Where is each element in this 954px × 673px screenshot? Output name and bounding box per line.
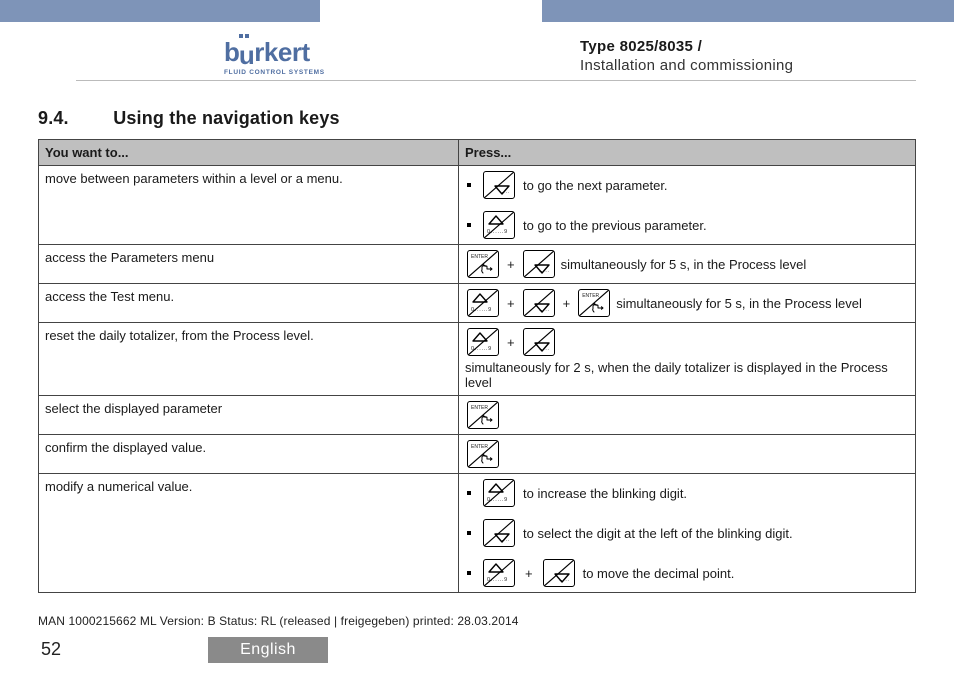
doc-section-line: Installation and commissioning [580, 57, 793, 74]
key-09-label: 0......9 [471, 307, 492, 313]
table-row: confirm the displayed value. ENTER [39, 435, 916, 474]
key-up-icon: 0......9 [467, 328, 499, 356]
table-row: select the displayed parameter ENTER [39, 396, 916, 435]
press-text: to go the next parameter. [523, 178, 668, 193]
key-enter-icon: ENTER [578, 289, 610, 317]
table-row: move between parameters within a level o… [39, 166, 916, 245]
key-enter-label: ENTER [582, 293, 599, 299]
key-down-icon: ····· [483, 171, 515, 199]
plus-joiner: + [523, 566, 535, 581]
key-down-icon: ····· [543, 559, 575, 587]
press-list-item: ····· to go the next parameter. [465, 171, 909, 199]
section-title: Using the navigation keys [113, 108, 340, 128]
bullet-icon [467, 531, 471, 535]
press-list-item: 0......9 to go to the previous parameter… [465, 211, 909, 239]
key-down-icon: ····· [523, 289, 555, 317]
header-divider [76, 80, 916, 81]
key-down-icon: ····· [523, 328, 555, 356]
language-badge: English [208, 637, 328, 663]
press-cell: ENTER + ····· simultaneously for 5 s, in… [459, 245, 916, 284]
section-heading: 9.4. Using the navigation keys [38, 108, 916, 129]
key-up-icon: 0......9 [467, 289, 499, 317]
logo-letter-b: b [224, 37, 239, 67]
bullet-icon [467, 571, 471, 575]
press-text: to move the decimal point. [583, 566, 735, 581]
key-down-icon: ····· [483, 519, 515, 547]
plus-joiner: + [505, 257, 517, 272]
press-list-item: 0......9 to increase the blinking digit. [465, 479, 909, 507]
key-09-label: 0......9 [487, 229, 508, 235]
press-cell: 0......9 + ····· + ENTER simultaneously … [459, 284, 916, 323]
want-cell: confirm the displayed value. [39, 435, 459, 474]
brand-tagline: FLUID CONTROL SYSTEMS [224, 69, 354, 76]
key-down-icon: ····· [523, 250, 555, 278]
plus-joiner: + [561, 296, 573, 311]
bullet-icon [467, 491, 471, 495]
key-enter-icon: ENTER [467, 250, 499, 278]
press-text: to go to the previous parameter. [523, 218, 707, 233]
table-row: access the Test menu. 0......9 + ····· +… [39, 284, 916, 323]
doc-type-line: Type 8025/8035 / [580, 38, 793, 55]
navigation-keys-table: You want to... Press... move between par… [38, 139, 916, 593]
press-cell: 0......9 to increase the blinking digit.… [459, 474, 916, 593]
plus-joiner: + [505, 335, 517, 350]
print-metadata: MAN 1000215662 ML Version: B Status: RL … [38, 614, 519, 628]
brand-logo: b u rkert FLUID CONTROL SYSTEMS [224, 34, 354, 76]
bullet-icon [467, 183, 471, 187]
table-row: access the Parameters menu ENTER + ·····… [39, 245, 916, 284]
col-header-press: Press... [459, 140, 916, 166]
col-header-want: You want to... [39, 140, 459, 166]
press-text: to increase the blinking digit. [523, 486, 687, 501]
key-enter-icon: ENTER [467, 401, 499, 429]
press-list-item: ····· to select the digit at the left of… [465, 519, 909, 547]
key-09-label: 0......9 [487, 577, 508, 583]
logo-rest: rkert [254, 37, 309, 67]
section-number: 9.4. [38, 108, 108, 129]
press-cell: ENTER [459, 396, 916, 435]
table-row: reset the daily totalizer, from the Proc… [39, 323, 916, 396]
press-text: to select the digit at the left of the b… [523, 526, 793, 541]
key-enter-icon: ENTER [467, 440, 499, 468]
press-cell: ENTER [459, 435, 916, 474]
key-09-label: 0......9 [487, 497, 508, 503]
key-up-icon: 0......9 [483, 479, 515, 507]
press-list-item: 0......9 + ····· to move the decimal poi… [465, 559, 909, 587]
plus-joiner: + [505, 296, 517, 311]
want-cell: reset the daily totalizer, from the Proc… [39, 323, 459, 396]
key-09-label: 0......9 [471, 346, 492, 352]
key-enter-label: ENTER [471, 444, 488, 450]
press-text: simultaneously for 5 s, in the Process l… [561, 257, 807, 272]
key-enter-label: ENTER [471, 254, 488, 260]
want-cell: access the Test menu. [39, 284, 459, 323]
press-text: simultaneously for 5 s, in the Process l… [616, 296, 862, 311]
key-enter-label: ENTER [471, 405, 488, 411]
page-number: 52 [41, 639, 61, 660]
bullet-icon [467, 223, 471, 227]
press-cell: 0......9 + ····· simultaneously for 2 s,… [459, 323, 916, 396]
want-cell: modify a numerical value. [39, 474, 459, 593]
press-cell: ····· to go the next parameter. 0......9… [459, 166, 916, 245]
want-cell: select the displayed parameter [39, 396, 459, 435]
press-text: simultaneously for 2 s, when the daily t… [465, 360, 909, 390]
table-row: modify a numerical value. 0......9 to in… [39, 474, 916, 593]
want-cell: access the Parameters menu [39, 245, 459, 284]
want-cell: move between parameters within a level o… [39, 166, 459, 245]
key-up-icon: 0......9 [483, 559, 515, 587]
key-up-icon: 0......9 [483, 211, 515, 239]
